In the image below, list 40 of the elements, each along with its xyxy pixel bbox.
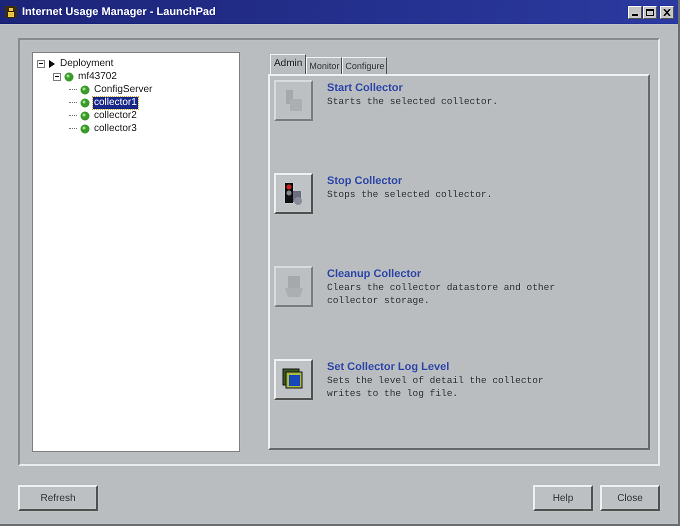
status-icon <box>80 84 90 94</box>
action-description: Starts the selected collector. <box>327 95 500 108</box>
tab[interactable]: Configure <box>342 57 388 74</box>
action-description: Stops the selected collector. <box>327 188 494 201</box>
action-description: Clears the collector datastore and other collector storage. <box>327 281 556 307</box>
action-button[interactable] <box>274 173 313 214</box>
dialog-button[interactable]: Refresh <box>18 485 98 511</box>
status-icon <box>80 124 90 134</box>
close-button[interactable] <box>660 6 674 18</box>
status-icon <box>80 110 90 120</box>
close-icon <box>663 8 671 16</box>
window-title: Internet Usage Manager - LaunchPad <box>22 4 216 20</box>
machine-icon <box>282 274 304 298</box>
tree-item[interactable]: collector2 <box>93 110 138 122</box>
dialog-button[interactable]: Help <box>533 485 593 511</box>
tab[interactable]: Admin <box>270 54 306 74</box>
action-title: Cleanup Collector <box>327 268 422 281</box>
collapse-toggle[interactable] <box>53 72 61 80</box>
action-button[interactable] <box>274 359 313 400</box>
status-icon <box>64 72 74 82</box>
collapse-toggle[interactable] <box>37 60 45 68</box>
triangle-icon <box>48 58 56 68</box>
maximize-button[interactable] <box>643 6 657 18</box>
action-title: Start Collector <box>327 82 404 95</box>
dialog-button[interactable]: Close <box>600 485 660 511</box>
layers-icon <box>282 368 306 392</box>
app-icon <box>4 5 18 19</box>
tree-item[interactable]: collector3 <box>93 122 138 134</box>
machine-icon <box>284 88 304 112</box>
action-description: Sets the level of detail the collector writes to the log file. <box>327 374 545 400</box>
status-icon <box>80 98 90 108</box>
tree-item[interactable]: Deployment <box>59 58 114 70</box>
traffic-light-icon <box>284 182 304 206</box>
minimize-button[interactable] <box>628 6 642 18</box>
tree-item[interactable]: collector1 <box>93 96 138 108</box>
tree-item[interactable]: mf43702 <box>77 70 118 82</box>
tab[interactable]: Monitor <box>306 57 342 74</box>
action-title: Stop Collector <box>327 175 404 188</box>
tree-item[interactable]: ConfigServer <box>93 84 154 96</box>
action-title: Set Collector Log Level <box>327 361 450 374</box>
